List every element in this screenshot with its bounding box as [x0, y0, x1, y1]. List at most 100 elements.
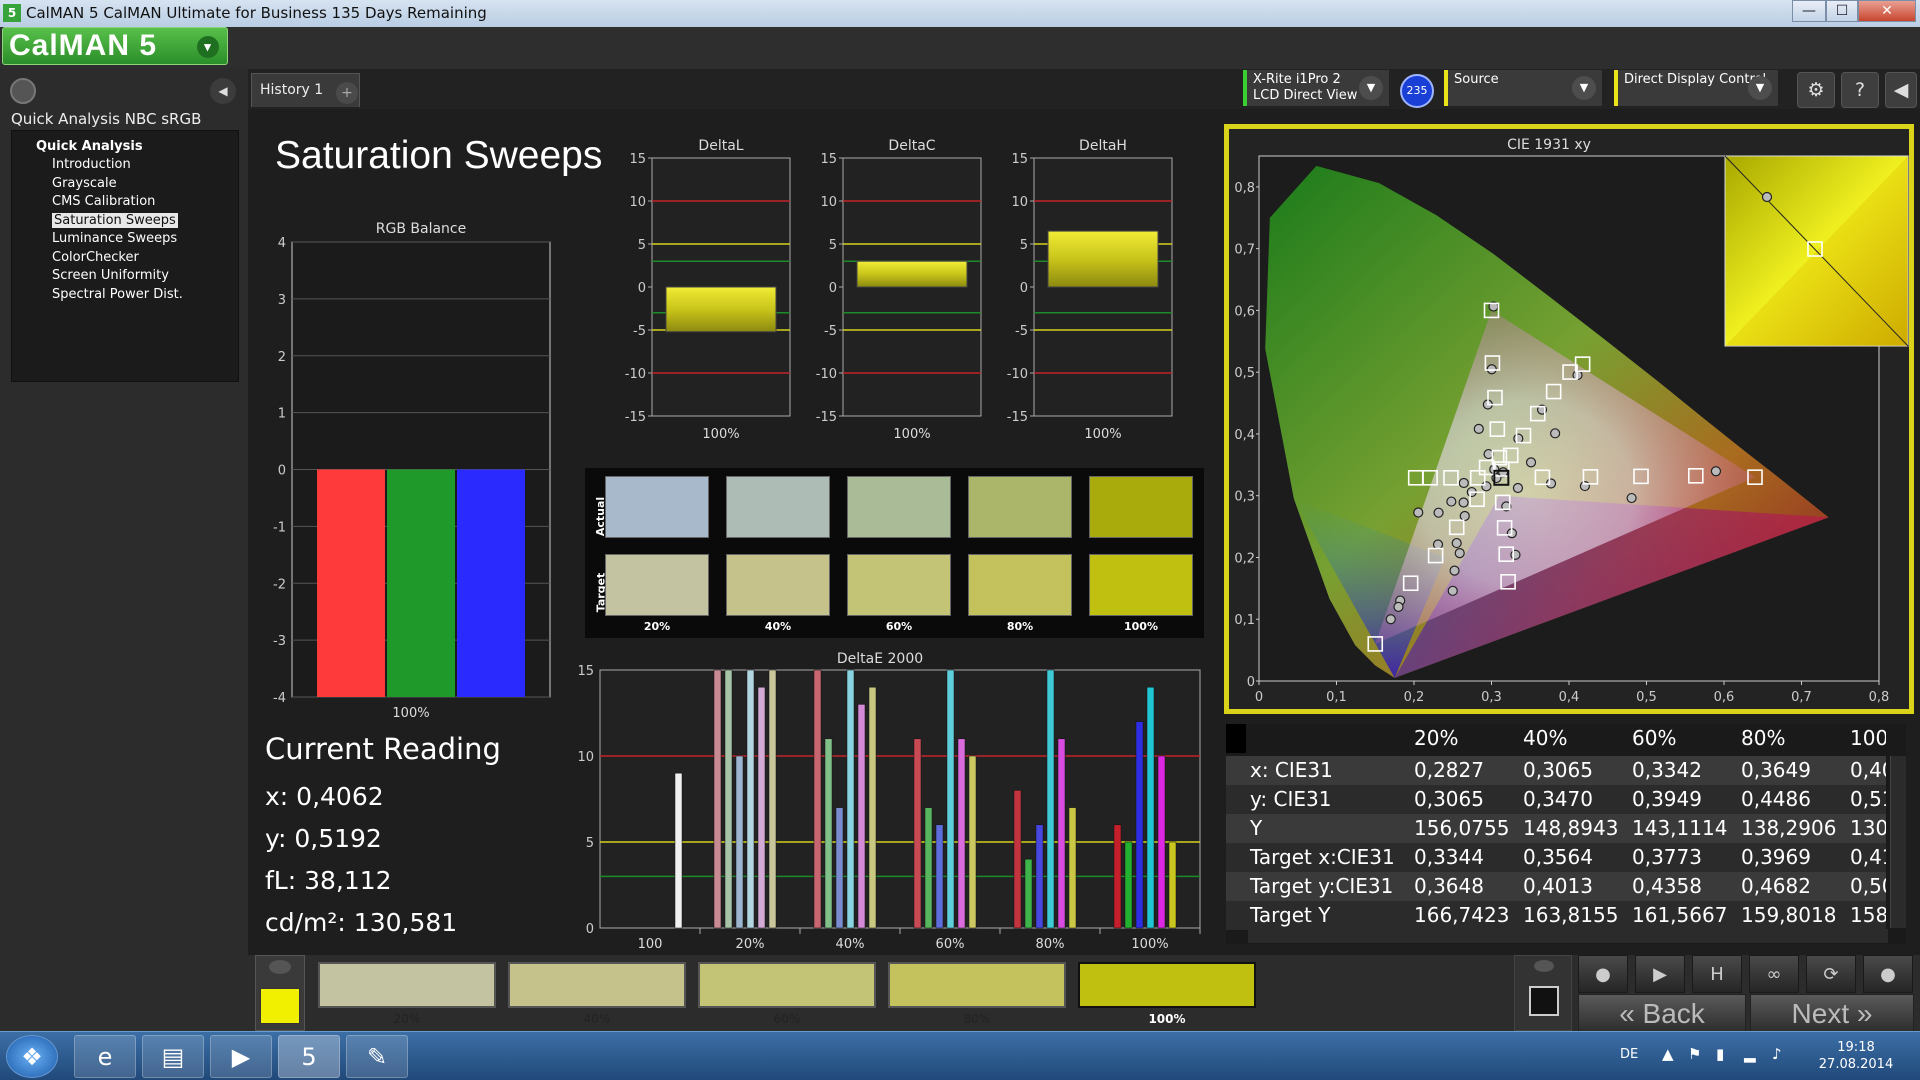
tree-item-saturation-sweeps[interactable]: Saturation Sweeps: [12, 212, 238, 231]
y-tick-label: 0,1: [1234, 613, 1255, 628]
x-tick-label: 0,8: [1869, 690, 1890, 705]
table-row-label: Y: [1250, 816, 1263, 840]
y-tick-label: 5: [829, 238, 837, 253]
y-tick-label: 0,8: [1234, 181, 1255, 196]
delta-h-chart: DeltaH 15 10 5 0 -5 -10 -15 100%: [1007, 138, 1173, 442]
table-header: 60%: [1632, 726, 1677, 750]
collapse-left-icon[interactable]: ◀: [210, 78, 236, 104]
y-tick-label: 1: [278, 407, 286, 422]
x-tick-label: 100%: [893, 427, 930, 442]
table-cell: 0,3342: [1632, 758, 1702, 782]
minimize-button[interactable]: —: [1792, 0, 1826, 22]
calman-taskbar-icon[interactable]: 5: [278, 1035, 340, 1078]
measured-point: [1433, 507, 1444, 518]
tray-expand-icon[interactable]: ▲: [1662, 1045, 1674, 1063]
y-tick-label: 15: [577, 664, 594, 679]
delta-e-bar: [1024, 858, 1033, 929]
tree-item-spectral-power[interactable]: Spectral Power Dist.: [12, 286, 238, 305]
table-header: 40%: [1523, 726, 1568, 750]
sweep-step-swatch[interactable]: [698, 962, 876, 1008]
back-button[interactable]: « Back: [1578, 994, 1746, 1032]
table-horizontal-scrollbar[interactable]: [1248, 929, 1888, 943]
delta-e-bar: [735, 755, 744, 929]
file-explorer-icon[interactable]: ▤: [142, 1035, 204, 1078]
reading-y: y: 0,5192: [265, 824, 382, 853]
media-player-icon[interactable]: ▶: [210, 1035, 272, 1078]
y-tick-label: 2: [278, 350, 286, 365]
table-vertical-scrollbar[interactable]: [1890, 756, 1906, 928]
delta-e-bar: [857, 704, 866, 929]
x-tick-label: 0,3: [1481, 690, 1502, 705]
refresh-icon[interactable]: ⟳: [1806, 955, 1856, 993]
power-icon[interactable]: ▮: [1716, 1045, 1724, 1063]
table-row: Target x:CIE31 0,3344 0,3564 0,3773 0,3969 0,…: [1226, 843, 1886, 872]
sweep-step-swatch[interactable]: [318, 962, 496, 1008]
calman-logo-menu[interactable]: CalMAN 5 ▾: [2, 27, 228, 65]
y-tick-label: 5: [586, 836, 594, 851]
tree-item-luminance-sweeps[interactable]: Luminance Sweeps: [12, 230, 238, 249]
stop-icon[interactable]: ●: [1578, 955, 1628, 993]
actual-swatch: [847, 476, 951, 538]
system-clock[interactable]: 19:18 27.08.2014: [1806, 1039, 1906, 1073]
rgb-bar-0: [317, 469, 385, 697]
delta-bar: [1047, 230, 1159, 288]
tab-history-1[interactable]: History 1 +: [251, 73, 360, 107]
tree-item-colorchecker[interactable]: ColorChecker: [12, 249, 238, 268]
y-tick-label: -5: [633, 324, 646, 339]
next-label: Next: [1791, 998, 1850, 1029]
close-window-button[interactable]: ✕: [1858, 0, 1916, 22]
table-header: 100: [1850, 726, 1886, 750]
x-tick-label: 100%: [392, 706, 429, 721]
internet-explorer-icon[interactable]: e: [74, 1035, 136, 1078]
record-icon[interactable]: ●: [1863, 955, 1913, 993]
stop-square-icon[interactable]: [1529, 986, 1559, 1016]
start-orb-icon[interactable]: ❖: [6, 1035, 58, 1078]
delta-e-bar: [813, 669, 822, 929]
network-icon[interactable]: ▂: [1744, 1045, 1756, 1063]
add-tab-icon[interactable]: +: [336, 82, 358, 104]
sweep-step-swatch[interactable]: [1078, 962, 1256, 1008]
logo-text: CalMAN 5: [9, 29, 158, 62]
tree-item-label: CMS Calibration: [52, 194, 156, 209]
tree-item-introduction[interactable]: Introduction: [12, 156, 238, 175]
y-tick-label: -10: [1007, 367, 1028, 382]
tree-item-grayscale[interactable]: Grayscale: [12, 175, 238, 194]
x-tick-label: 0,6: [1714, 690, 1735, 705]
sweep-step-swatch[interactable]: [508, 962, 686, 1008]
swatch-label: 20%: [643, 620, 671, 633]
tree-root[interactable]: Quick Analysis: [12, 137, 238, 156]
delta-e-bar: [824, 738, 833, 929]
collapse-up-icon[interactable]: [1534, 960, 1554, 972]
tree-item-screen-uniformity[interactable]: Screen Uniformity: [12, 267, 238, 286]
clock-time: 19:18: [1837, 1040, 1875, 1055]
x-tick-label: 0,4: [1559, 690, 1580, 705]
tree-item-cms-calibration[interactable]: CMS Calibration: [12, 193, 238, 212]
y-tick-label: 5: [1020, 238, 1028, 253]
workflow-menu-icon[interactable]: [10, 78, 36, 104]
sweep-step-label: 20%: [393, 1012, 421, 1026]
table-cell: 143,1114: [1632, 816, 1728, 840]
target-swatch: [968, 554, 1072, 616]
measurement-table: 20% 40% 60% 80% 100 x: CIE31 0,2827 0,3065…: [1226, 724, 1906, 944]
sweep-step-swatch[interactable]: [888, 962, 1066, 1008]
loop-icon[interactable]: ∞: [1749, 955, 1799, 993]
action-center-icon[interactable]: ⚑: [1688, 1045, 1701, 1063]
collapse-up-icon[interactable]: [269, 960, 291, 974]
language-indicator[interactable]: DE: [1620, 1047, 1638, 1062]
measured-point: [1510, 549, 1521, 560]
table-header: 20%: [1414, 726, 1459, 750]
workflow-title: Quick Analysis NBC sRGB: [11, 110, 202, 128]
x-tick-label: 100: [638, 937, 663, 950]
chart-title: CIE 1931 xy: [1507, 137, 1591, 153]
delta-l-chart: DeltaL 15 10 5 0 -5 -10 -15 100%: [625, 138, 791, 442]
play-icon[interactable]: ▶: [1635, 955, 1685, 993]
next-button[interactable]: Next »: [1750, 994, 1914, 1032]
maximize-button[interactable]: ☐: [1826, 0, 1858, 22]
plot-area: [599, 669, 1201, 929]
volume-icon[interactable]: ♪: [1772, 1045, 1782, 1063]
paint-icon[interactable]: ✎: [346, 1035, 408, 1078]
table-cell: 0,50: [1850, 874, 1886, 898]
swatch-label: 60%: [885, 620, 913, 633]
hold-icon[interactable]: H: [1692, 955, 1742, 993]
y-tick-label: -15: [625, 410, 646, 425]
